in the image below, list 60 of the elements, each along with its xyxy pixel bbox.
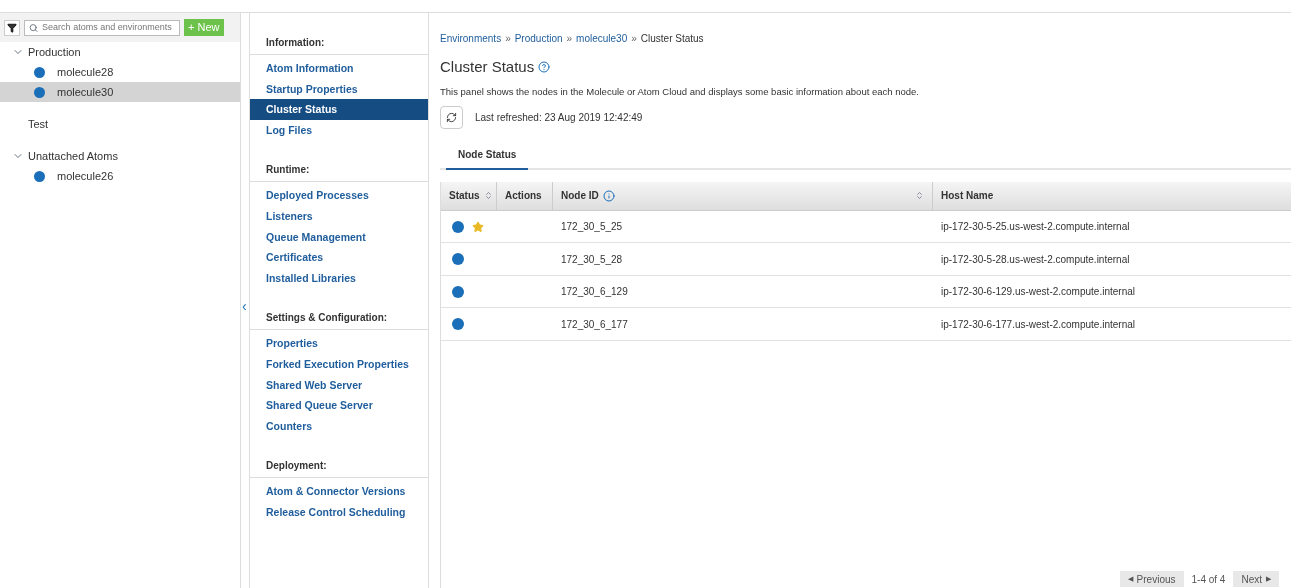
- nav-link[interactable]: Atom & Connector Versions: [250, 481, 428, 502]
- help-icon[interactable]: [538, 61, 551, 74]
- refresh-button[interactable]: [440, 105, 463, 129]
- last-refreshed-text: Last refreshed: 23 Aug 2019 12:42:49: [475, 110, 643, 125]
- nav-link[interactable]: Release Control Scheduling: [250, 501, 428, 523]
- search-icon: [29, 22, 39, 33]
- nav-link[interactable]: Counters: [250, 415, 428, 437]
- nav-link[interactable]: Certificates: [250, 247, 428, 268]
- tree-item[interactable]: molecule28: [0, 62, 240, 82]
- section-heading: Deployment:: [250, 458, 428, 479]
- breadcrumb-separator: »: [505, 32, 511, 46]
- breadcrumb-link[interactable]: Environments: [440, 31, 502, 46]
- breadcrumb-link[interactable]: molecule30: [576, 31, 628, 46]
- column-header[interactable]: Status: [441, 181, 497, 210]
- refresh-icon: [446, 111, 457, 123]
- nav-link[interactable]: Atom Information: [250, 58, 428, 79]
- tab[interactable]: Node Status: [446, 146, 529, 170]
- nav-link[interactable]: Installed Libraries: [250, 267, 428, 289]
- page-range: 1-4 of 4: [1191, 572, 1226, 587]
- page-title: Cluster Status: [440, 57, 535, 77]
- section-heading: Settings & Configuration:: [250, 310, 428, 331]
- table-cell-text: ip-172-30-6-177.us-west-2.compute.internal: [940, 317, 1136, 332]
- filter-button[interactable]: [4, 19, 20, 36]
- info-icon[interactable]: [602, 189, 615, 202]
- nav-link[interactable]: Cluster Status: [250, 99, 428, 120]
- table-cell-text: 172_30_6_129: [560, 285, 629, 299]
- tree-item[interactable]: molecule26: [0, 166, 240, 186]
- tree-group-label[interactable]: Unattached Atoms: [28, 147, 118, 165]
- nav-link[interactable]: Log Files: [250, 119, 428, 141]
- nav-link[interactable]: Forked Execution Properties: [250, 353, 428, 375]
- nav-link[interactable]: Shared Web Server: [250, 374, 428, 396]
- table-cell-text: 172_30_5_25: [560, 220, 624, 234]
- tree-item[interactable]: molecule30: [0, 82, 240, 102]
- table-cell-text: ip-172-30-6-129.us-west-2.compute.internal: [940, 285, 1136, 299]
- nav-link[interactable]: Listeners: [250, 205, 428, 227]
- page-description: This panel shows the nodes in the Molecule or Atom Cloud and displays some basic information about each node.: [440, 84, 920, 99]
- nav-link[interactable]: Startup Properties: [250, 78, 428, 100]
- column-header[interactable]: Actions: [497, 181, 553, 210]
- breadcrumb-separator: »: [566, 32, 573, 46]
- column-header[interactable]: Host Name: [933, 181, 1291, 210]
- breadcrumb-link[interactable]: Production: [514, 31, 563, 46]
- nav-link[interactable]: Shared Queue Server: [250, 395, 428, 416]
- table-cell-text: ip-172-30-5-25.us-west-2.compute.internal: [940, 220, 1131, 234]
- section-heading: Runtime:: [250, 162, 428, 183]
- section-heading: Information:: [250, 35, 428, 55]
- nav-link[interactable]: Deployed Processes: [250, 185, 428, 206]
- table-cell-text: ip-172-30-5-28.us-west-2.compute.internal: [940, 252, 1131, 267]
- sort-icon[interactable]: [483, 191, 493, 201]
- breadcrumb-current: Cluster Status: [640, 32, 704, 46]
- table-cell-text: 172_30_5_28: [560, 252, 624, 267]
- nav-link[interactable]: Properties: [250, 333, 428, 354]
- breadcrumb-separator: »: [631, 32, 637, 46]
- column-header[interactable]: Node ID: [553, 181, 933, 210]
- collapse-button[interactable]: ‹: [241, 298, 247, 313]
- sort-icon[interactable]: [915, 191, 924, 201]
- tree-group-label[interactable]: Production: [28, 43, 81, 61]
- nav-link[interactable]: Queue Management: [250, 226, 428, 248]
- search-field[interactable]: Search atoms and environments: [24, 19, 180, 36]
- tree-group-label[interactable]: Test: [28, 115, 49, 133]
- table-cell-text: 172_30_6_177: [560, 317, 629, 332]
